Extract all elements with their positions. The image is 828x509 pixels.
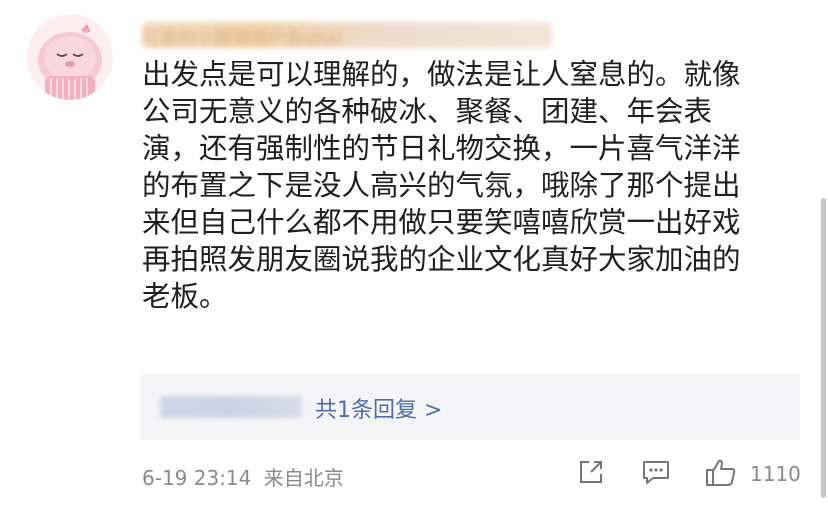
reply-preview[interactable]: 共1条回复 > xyxy=(140,374,800,440)
reply-username-blurred xyxy=(160,396,302,418)
comment-line: 老板。 xyxy=(142,280,228,313)
scrollbar[interactable] xyxy=(821,198,826,498)
thumbs-up-icon[interactable] xyxy=(705,458,739,492)
view-replies-link[interactable]: 共1条回复 > xyxy=(315,392,442,424)
username[interactable]: 可爱的小猪猪用户名ahai xyxy=(142,22,552,49)
comment-line: 再拍照发朋友圈说我的企业文化真好大家加油的 xyxy=(142,243,741,276)
username-text: 可爱的小猪猪用户名ahai xyxy=(142,28,343,49)
avatar[interactable] xyxy=(27,14,113,100)
comment-meta: 6-19 23:14 来自北京 xyxy=(142,462,344,491)
comment-line: 公司无意义的各种破冰、聚餐、团建、年会表 xyxy=(142,95,713,128)
comment-line: 的布置之下是没人高兴的气氛，哦除了那个提出 xyxy=(142,169,741,202)
comment-line: 出发点是可以理解的，做法是让人窒息的。就像 xyxy=(142,58,741,91)
like-count: 1110 xyxy=(750,462,801,486)
comment-source: 来自北京 xyxy=(263,466,344,490)
pink-pig-avatar-icon xyxy=(27,14,113,100)
comment-time: 6-19 23:14 xyxy=(142,466,252,490)
comment-icon[interactable] xyxy=(641,458,671,490)
share-icon[interactable] xyxy=(577,458,605,490)
comment-line: 来但自己什么都不用做只要笑嘻嘻欣赏一出好戏 xyxy=(142,206,741,239)
comment-line: 演，还有强制性的节日礼物交换，一片喜气洋洋 xyxy=(142,132,741,165)
comment-text: 出发点是可以理解的，做法是让人窒息的。就像 公司无意义的各种破冰、聚餐、团建、年… xyxy=(142,56,812,315)
